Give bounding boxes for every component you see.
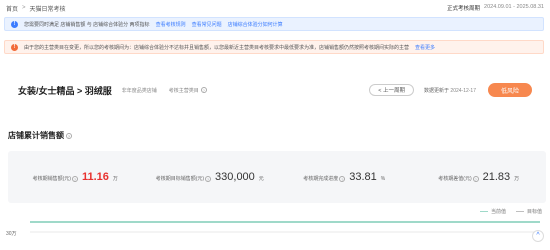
category-tag: 非年度品类店铺 [121, 87, 157, 94]
chevron-up-icon[interactable]: ^ [532, 230, 544, 242]
metric-label: 考核期完成进度? [303, 175, 346, 182]
metric-value: 330,000 [215, 171, 255, 183]
main-category-tag: 考核主营类目 ? [169, 87, 207, 94]
metric-label: 考核期目标销售额(元)? [155, 175, 212, 182]
metric-value: 21.83 [482, 171, 511, 183]
section-title-text: 店铺累计销售额 [8, 131, 64, 140]
category-row: 女装/女士精品 > 羽绒服 非年度品类店铺 考核主营类目 ? < 上一周期 数据… [0, 76, 550, 104]
metric-value: 11.16 [81, 171, 109, 183]
question-circle-icon[interactable]: ? [472, 175, 479, 182]
updated-label: 数据更新于 [424, 87, 450, 94]
risk-level-button[interactable]: 低风险 [488, 83, 532, 97]
metric-value: 33.81 [349, 171, 377, 183]
top-bar: 首页 > 天猫日常考核 正式考核周期 2024.09.01 - 2025.08.… [0, 0, 550, 16]
sales-chart [30, 221, 540, 233]
y-tick-label: 30万 [6, 231, 17, 237]
period-label: 正式考核周期 [447, 6, 481, 12]
question-circle-icon[interactable]: ? [339, 175, 346, 182]
warning-icon: ! [11, 43, 18, 51]
metric-sales: 考核期销售额(元)? 11.16 万 [8, 171, 143, 183]
metric-progress: 考核期完成进度? 33.81 % [277, 171, 412, 183]
metrics-panel: 考核期销售额(元)? 11.16 万 考核期目标销售额(元)? 330,000 … [8, 151, 546, 203]
breadcrumb: 首页 > 天猫日常考核 [6, 4, 66, 13]
link-score-calc[interactable]: 店铺综合体验分如何计算 [228, 21, 283, 28]
info-icon: ! [11, 20, 18, 28]
data-updated: 数据更新于 2024-12-17 [424, 87, 476, 94]
metric-unit: 万 [514, 176, 520, 182]
info-text: 您需要同时满足 店铺销售额 与 店铺综合体验分 两项指标 [24, 21, 150, 28]
link-faq[interactable]: 查看常见问题 [192, 21, 222, 28]
info-notice: ! 您需要同时满足 店铺销售额 与 店铺综合体验分 两项指标 查看考核规则 查看… [4, 17, 544, 31]
link-assessment-rules[interactable]: 查看考核规则 [156, 21, 186, 28]
updated-value: 2024-12-17 [450, 87, 476, 94]
metric-unit: 元 [258, 176, 264, 182]
metric-unit: % [380, 176, 386, 182]
question-circle-icon[interactable]: ? [71, 175, 78, 182]
link-see-more[interactable]: 查看更多 [415, 44, 435, 51]
question-circle-icon[interactable]: ? [205, 175, 212, 182]
question-circle-icon[interactable]: ? [66, 132, 72, 139]
period-value: 2024.09.01 - 2025.08.31 [484, 4, 544, 10]
question-circle-icon[interactable]: ? [200, 87, 207, 93]
metric-label: 考核期差值(元)? [438, 175, 479, 182]
metric-target: 考核期目标销售额(元)? 330,000 元 [143, 171, 278, 183]
breadcrumb-separator-icon: > [22, 5, 26, 11]
metric-unit: 万 [112, 176, 118, 182]
previous-period-button[interactable]: < 上一周期 [369, 84, 415, 96]
metric-label: 考核期销售额(元)? [32, 175, 78, 182]
breadcrumb-current: 天猫日常考核 [29, 6, 66, 13]
category-title: 女装/女士精品 > 羽绒服 [18, 85, 112, 96]
metric-gap: 考核期差值(元)? 21.83 万 [412, 171, 547, 183]
breadcrumb-home[interactable]: 首页 [6, 4, 18, 13]
warning-notice: ! 由于您的主营类目在变更，所以您的考核期间为：店铺综合体验分不达标并且销售额，… [4, 40, 544, 54]
main-category-label: 考核主营类目 [168, 87, 199, 94]
warning-text: 由于您的主营类目在变更，所以您的考核期间为：店铺综合体验分不达标并且销售额，以您… [24, 44, 410, 51]
section-title: 店铺累计销售额 ? [8, 130, 72, 141]
assessment-period: 正式考核周期 2024.09.01 - 2025.08.31 [447, 4, 544, 12]
